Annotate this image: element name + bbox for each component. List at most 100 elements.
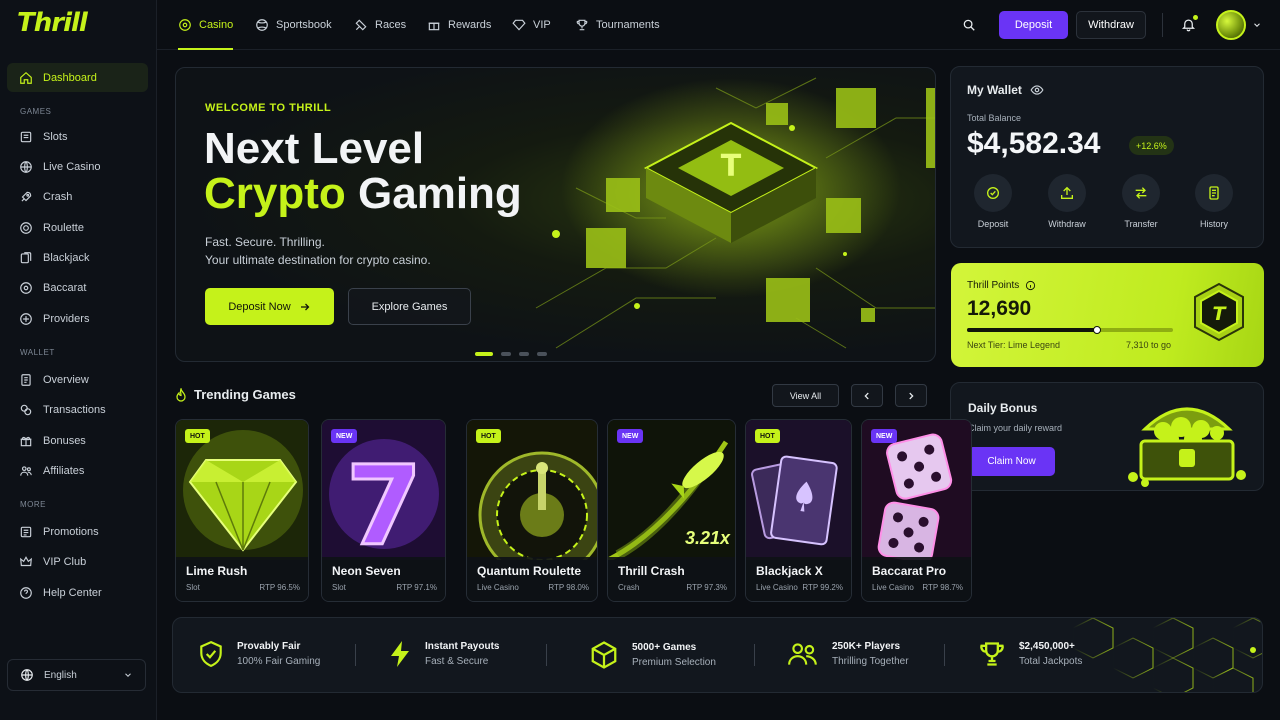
chevron-left-icon [864, 392, 869, 399]
claim-now-button[interactable]: Claim Now [968, 447, 1055, 476]
sidebar-item-label: Overview [43, 374, 89, 386]
stat-title: Provably Fair [237, 641, 301, 652]
hot-badge: HOT [755, 429, 780, 443]
wallet-history-action[interactable]: History [1184, 174, 1244, 229]
game-category: Slot [186, 583, 200, 592]
game-info: Neon Seven Slot RTP 97.1% [322, 557, 445, 601]
sidebar-item-vip-club[interactable]: VIP Club [19, 554, 86, 570]
sidebar-item-transactions[interactable]: Transactions [19, 402, 106, 418]
game-card-quantum-roulette[interactable]: HOT Quantum Roulette Live Casino RTP 98.… [466, 419, 598, 602]
divider [1162, 13, 1163, 37]
sidebar-item-label: Roulette [43, 222, 84, 234]
hot-badge: HOT [185, 429, 210, 443]
stat-divider [355, 644, 356, 666]
carousel-dot[interactable] [537, 352, 547, 356]
sidebar-item-live-casino[interactable]: Live Casino [19, 159, 100, 175]
top-bar: Casino Sportsbook Races Rewards VIP Tour… [157, 0, 1280, 50]
carousel-dot[interactable] [501, 352, 511, 356]
game-card-neon-seven[interactable]: 7 NEW Neon Seven Slot RTP 97.1% [321, 419, 446, 602]
sidebar-item-blackjack[interactable]: Blackjack [19, 250, 89, 266]
stat-provably-fair: Provably Fair 100% Fair Gaming [198, 640, 320, 668]
avatar[interactable] [1216, 10, 1246, 40]
next-button[interactable] [895, 384, 927, 407]
flame-icon [176, 387, 186, 402]
wallet-title: My Wallet [967, 83, 1044, 97]
game-info: Quantum Roulette Live Casino RTP 98.0% [467, 557, 597, 601]
transfer-icon [1135, 187, 1147, 199]
lightning-icon [391, 641, 409, 667]
points-progress-knob [1092, 326, 1101, 334]
sidebar-item-slots[interactable]: Slots [19, 129, 67, 145]
sidebar-item-roulette[interactable]: Roulette [19, 220, 84, 236]
svg-text:T: T [721, 149, 742, 184]
wallet-withdraw-action[interactable]: Withdraw [1037, 174, 1097, 229]
tab-label: Sportsbook [276, 19, 332, 31]
coins-icon [20, 404, 32, 416]
tab-casino[interactable]: Casino [178, 0, 234, 50]
logo[interactable]: Thrill [17, 8, 88, 38]
hero-title: Next Level Crypto Gaming [204, 126, 522, 216]
sidebar-item-label: Baccarat [43, 282, 87, 294]
tab-races[interactable]: Races [354, 0, 406, 50]
sidebar-item-providers[interactable]: Providers [19, 311, 89, 327]
stat-subtitle: Premium Selection [632, 657, 716, 668]
deposit-button[interactable]: Deposit [999, 11, 1068, 39]
carousel-dot[interactable] [475, 352, 493, 356]
language-select[interactable]: English [7, 659, 146, 691]
game-name: Baccarat Pro [872, 564, 947, 578]
wallet-transfer-action[interactable]: Transfer [1111, 174, 1171, 229]
tab-sportsbook[interactable]: Sportsbook [255, 0, 332, 50]
hero-illustration: T [535, 77, 935, 349]
eye-icon[interactable] [1030, 83, 1044, 97]
chevron-right-icon [909, 392, 914, 399]
game-rtp: RTP 97.1% [396, 583, 437, 592]
providers-icon [20, 313, 32, 325]
wallet-title-text: My Wallet [967, 83, 1022, 97]
sidebar-item-overview[interactable]: Overview [19, 372, 89, 388]
search-icon[interactable] [962, 18, 976, 32]
check-circle-icon [987, 187, 999, 199]
gift-icon [20, 436, 32, 447]
users-icon [788, 643, 817, 665]
balance-value: $4,582.34 [967, 127, 1101, 160]
tab-label: Casino [199, 19, 234, 31]
treasure-chest-icon [1128, 407, 1246, 487]
sidebar-item-dashboard[interactable]: Dashboard [7, 63, 148, 92]
explore-games-button[interactable]: Explore Games [348, 288, 471, 325]
sidebar-item-label: Crash [43, 191, 73, 203]
trending-title-text: Trending Games [194, 387, 296, 402]
crown-icon [20, 556, 32, 567]
prev-button[interactable] [851, 384, 883, 407]
tab-vip[interactable]: VIP [512, 0, 551, 50]
chevron-down-icon [125, 673, 131, 677]
game-name: Blackjack X [756, 564, 823, 578]
sidebar-item-help-center[interactable]: Help Center [19, 585, 102, 601]
sidebar-item-bonuses[interactable]: Bonuses [19, 433, 86, 449]
stat-subtitle: 100% Fair Gaming [237, 656, 321, 667]
game-category: Live Casino [756, 583, 798, 592]
tab-rewards[interactable]: Rewards [427, 0, 491, 50]
info-icon[interactable] [1025, 280, 1036, 291]
deposit-now-button[interactable]: Deposit Now [205, 288, 334, 325]
game-card-lime-rush[interactable]: HOT Lime Rush Slot RTP 96.5% [175, 419, 309, 602]
tab-tournaments[interactable]: Tournaments [575, 0, 660, 50]
help-icon [20, 587, 32, 599]
carousel-dot[interactable] [519, 352, 529, 356]
wallet-heading: WALLET [20, 348, 55, 357]
trophy-icon [576, 19, 588, 31]
game-card-thrill-crash[interactable]: 3.21x NEW Thrill Crash Crash RTP 97.3% [607, 419, 736, 602]
balance-label: Total Balance [967, 113, 1022, 123]
sidebar-item-affiliates[interactable]: Affiliates [19, 463, 84, 479]
game-card-baccarat-pro[interactable]: NEW Baccarat Pro Live Casino RTP 98.7% [861, 419, 972, 602]
view-all-button[interactable]: View All [772, 384, 839, 407]
sidebar-item-baccarat[interactable]: Baccarat [19, 280, 86, 296]
svg-text:7: 7 [346, 442, 423, 560]
withdraw-button[interactable]: Withdraw [1076, 11, 1146, 39]
sidebar-item-promotions[interactable]: Promotions [19, 524, 99, 540]
gift-icon [428, 22, 440, 31]
game-card-blackjack-x[interactable]: HOT Blackjack X Live Casino RTP 99.2% [745, 419, 852, 602]
wallet-deposit-action[interactable]: Deposit [963, 174, 1023, 229]
chevron-down-icon[interactable] [1252, 20, 1262, 30]
sidebar-item-crash[interactable]: Crash [19, 189, 72, 205]
thrill-tier-badge-icon: T [1194, 282, 1244, 342]
